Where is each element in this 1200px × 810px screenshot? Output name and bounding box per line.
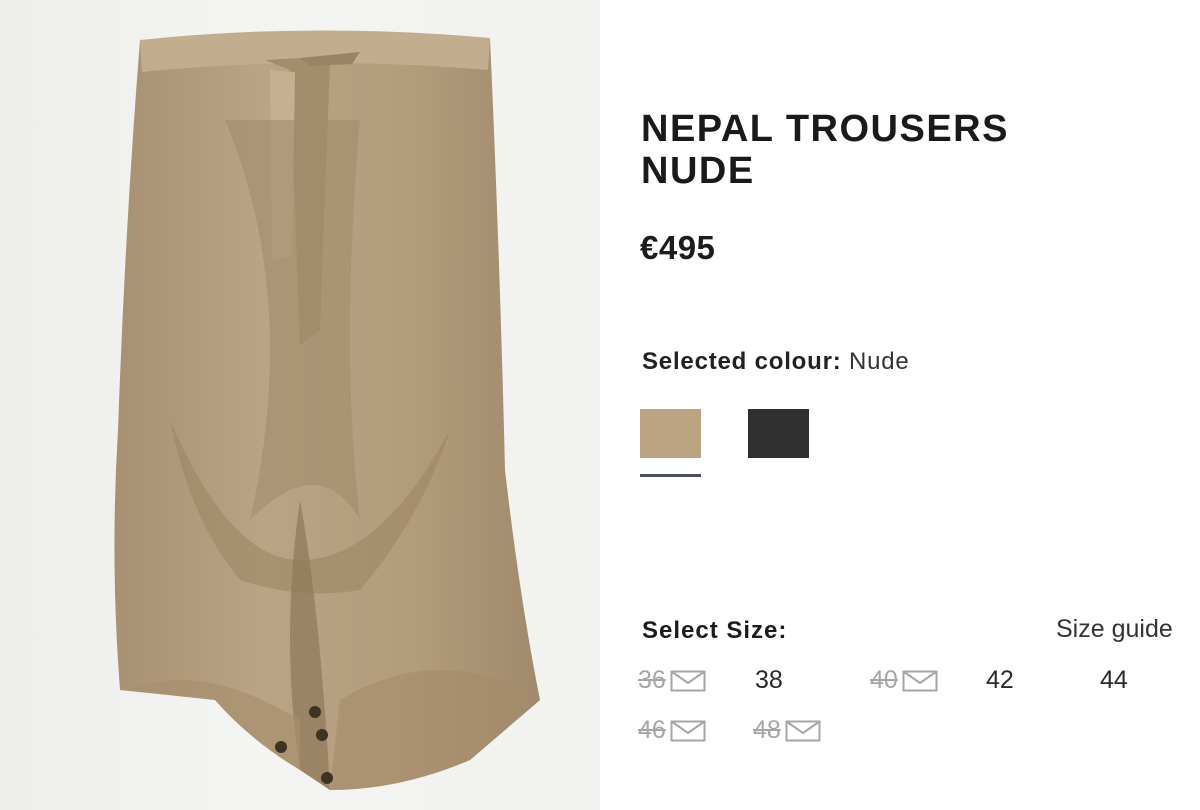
size-value: 48 <box>753 716 781 744</box>
trousers-illustration <box>114 30 540 790</box>
size-guide-link[interactable]: Size guide <box>1056 615 1173 644</box>
selected-swatch-indicator <box>640 474 701 477</box>
mail-icon <box>785 720 821 741</box>
selected-colour-label: Selected colour: <box>642 348 842 375</box>
size-option-40[interactable]: 40 <box>870 666 938 695</box>
colour-swatch-nude[interactable] <box>640 409 701 458</box>
product-price: €495 <box>640 229 716 266</box>
size-value: 38 <box>755 666 783 694</box>
product-title-line1: NEPAL TROUSERS <box>641 108 1009 150</box>
selected-colour-value: Nude <box>848 348 910 375</box>
selected-colour: Selected colour: Nude <box>642 348 910 376</box>
size-option-46[interactable]: 46 <box>638 716 706 745</box>
product-title-line2: NUDE <box>641 150 755 192</box>
size-value: 42 <box>986 666 1014 694</box>
mail-icon <box>902 670 938 691</box>
size-value: 40 <box>870 666 898 694</box>
product-image[interactable] <box>0 0 600 810</box>
size-value: 36 <box>638 666 666 694</box>
mail-icon <box>670 670 706 691</box>
product-title: NEPAL TROUSERS NUDE <box>641 108 1161 192</box>
size-option-38[interactable]: 38 <box>755 666 783 695</box>
size-value: 44 <box>1100 666 1128 694</box>
size-option-42[interactable]: 42 <box>986 666 1014 695</box>
size-value: 46 <box>638 716 666 744</box>
size-option-36[interactable]: 36 <box>638 666 706 695</box>
colour-swatch-black[interactable] <box>748 409 809 458</box>
select-size-label: Select Size: <box>642 617 788 644</box>
size-option-44[interactable]: 44 <box>1100 666 1128 695</box>
size-option-48[interactable]: 48 <box>753 716 821 745</box>
mail-icon <box>670 720 706 741</box>
